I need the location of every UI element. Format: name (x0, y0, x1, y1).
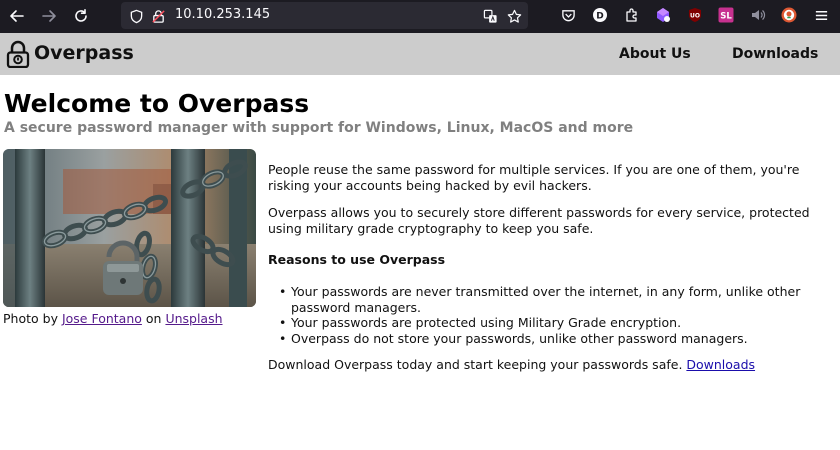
ublock-icon[interactable]: UO (686, 6, 704, 24)
page-title: Welcome to Overpass (4, 89, 310, 118)
reload-icon[interactable] (68, 4, 94, 28)
back-arrow-icon[interactable] (4, 4, 30, 28)
nav-link-downloads[interactable]: Downloads (732, 46, 818, 62)
caption-prefix: Photo by (3, 311, 62, 326)
menu-icon[interactable] (812, 6, 830, 24)
translate-icon[interactable] (481, 7, 499, 25)
bookmark-star-icon[interactable] (505, 7, 523, 25)
insecure-lock-icon[interactable] (149, 7, 167, 25)
shield-icon[interactable] (127, 7, 145, 25)
page-subtitle: A secure password manager with support f… (4, 120, 634, 136)
address-bar[interactable]: 10.10.253.145 (121, 2, 528, 29)
reasons-heading: Reasons to use Overpass (268, 252, 446, 267)
intro-paragraph: People reuse the same password for multi… (268, 162, 800, 193)
chained-padlock-photo (3, 149, 256, 307)
cta-text: Download Overpass today and start keepin… (268, 357, 687, 372)
site-brand[interactable]: Overpass (34, 42, 134, 64)
list-item: Your passwords are never transmitted ove… (276, 284, 828, 315)
forward-arrow-icon[interactable] (36, 4, 62, 28)
pocket-icon[interactable] (559, 6, 577, 24)
svg-text:D: D (596, 12, 603, 22)
download-cta: Download Overpass today and start keepin… (268, 357, 828, 373)
volume-icon[interactable] (749, 6, 767, 24)
nav-link-about-us[interactable]: About Us (619, 46, 691, 62)
extension-icon[interactable] (623, 6, 641, 24)
list-item: Your passwords are protected using Milit… (276, 315, 828, 331)
features-paragraph: Overpass allows you to securely store di… (268, 205, 810, 236)
account-icon[interactable]: D (591, 6, 609, 24)
svg-text:SL: SL (720, 12, 732, 22)
list-item: Overpass do not store your passwords, un… (276, 331, 828, 347)
duckduckgo-icon[interactable] (780, 6, 798, 24)
padlock-logo-icon[interactable] (6, 40, 30, 69)
downloads-link[interactable]: Downloads (686, 357, 755, 372)
reasons-list: Your passwords are never transmitted ove… (276, 284, 828, 346)
site-navbar: Overpass About Us Downloads (0, 33, 840, 75)
photo-caption: Photo by Jose Fontano on Unsplash (3, 311, 223, 326)
browser-toolbar: 10.10.253.145 D UO SL (0, 0, 840, 33)
caption-middle: on (141, 311, 166, 326)
photo-author-link[interactable]: Jose Fontano (62, 311, 142, 326)
sl-extension-icon[interactable]: SL (717, 6, 735, 24)
url-text[interactable]: 10.10.253.145 (175, 7, 270, 22)
svg-text:UO: UO (690, 13, 700, 20)
extension-purple-icon[interactable] (654, 6, 672, 24)
photo-source-link[interactable]: Unsplash (165, 311, 222, 326)
